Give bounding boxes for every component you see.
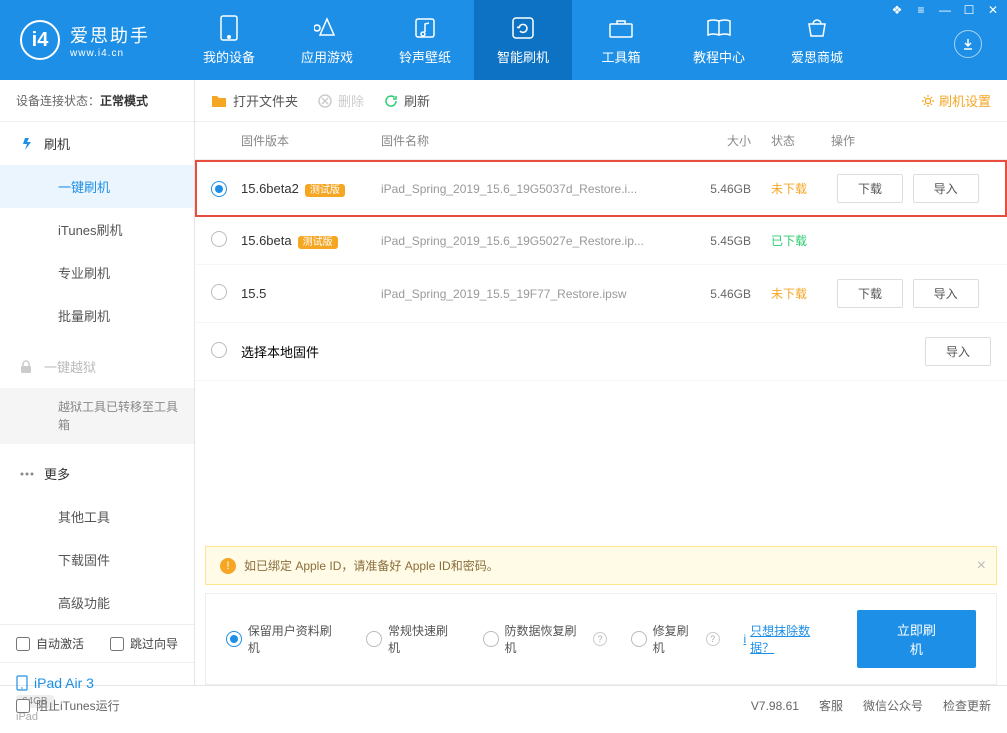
flash-settings-button[interactable]: 刷机设置 bbox=[921, 91, 991, 110]
import-local-button[interactable]: 导入 bbox=[925, 337, 991, 366]
nav-apps[interactable]: 应用游戏 bbox=[278, 0, 376, 80]
logo: i4 爱思助手 www.i4.cn bbox=[20, 20, 150, 60]
sidebar-flash-header[interactable]: 刷机 bbox=[0, 122, 194, 165]
main-content: 打开文件夹 删除 刷新 刷机设置 固件版本 固件名称 大小 状态 操作 bbox=[195, 80, 1007, 685]
nav-store[interactable]: 爱思商城 bbox=[768, 0, 866, 80]
warning-icon: ! bbox=[220, 558, 236, 574]
firmware-rows: 15.6beta2测试版 iPad_Spring_2019_15.6_19G50… bbox=[195, 160, 1007, 381]
folder-icon bbox=[211, 94, 227, 108]
flash-options: 保留用户资料刷机 常规快速刷机 防数据恢复刷机 ? 修复刷机 ? i 只想抹除数… bbox=[205, 593, 997, 685]
music-icon bbox=[411, 14, 439, 42]
radio[interactable] bbox=[211, 231, 227, 247]
device-name: iPad Air 3 bbox=[16, 675, 178, 691]
open-folder-button[interactable]: 打开文件夹 bbox=[211, 91, 298, 110]
import-button[interactable]: 导入 bbox=[913, 174, 979, 203]
wechat-link[interactable]: 微信公众号 bbox=[863, 697, 923, 714]
import-button[interactable]: 导入 bbox=[913, 279, 979, 308]
sidebar-other-tools[interactable]: 其他工具 bbox=[0, 495, 194, 538]
nav-bar: 我的设备 应用游戏 铃声壁纸 智能刷机 工具箱 教程中心 爱思商城 bbox=[180, 0, 866, 80]
nav-my-device[interactable]: 我的设备 bbox=[180, 0, 278, 80]
opt-repair[interactable]: 修复刷机 ? bbox=[631, 622, 720, 656]
maximize-icon[interactable]: ☐ bbox=[961, 3, 977, 17]
check-update-link[interactable]: 检查更新 bbox=[943, 697, 991, 714]
beta-badge: 测试版 bbox=[305, 184, 345, 197]
sidebar-pro-flash[interactable]: 专业刷机 bbox=[0, 251, 194, 294]
auto-activate-row: 自动激活 跳过向导 bbox=[0, 624, 194, 662]
help-icon[interactable]: ? bbox=[593, 632, 607, 646]
sidebar-more-header[interactable]: 更多 bbox=[0, 452, 194, 495]
book-icon bbox=[705, 14, 733, 42]
lock-icon bbox=[20, 360, 36, 374]
toolbox-icon bbox=[607, 14, 635, 42]
menu-icon[interactable]: ≡ bbox=[913, 3, 929, 17]
delete-button[interactable]: 删除 bbox=[318, 91, 364, 110]
preference-icon[interactable]: ❖ bbox=[889, 3, 905, 17]
radio[interactable] bbox=[366, 631, 382, 647]
minimize-icon[interactable]: — bbox=[937, 3, 953, 17]
gear-icon bbox=[921, 94, 935, 108]
app-url: www.i4.cn bbox=[70, 48, 150, 59]
logo-icon: i4 bbox=[20, 20, 60, 60]
notice-close-icon[interactable]: × bbox=[977, 557, 986, 575]
apps-icon bbox=[313, 14, 341, 42]
connection-status: 设备连接状态：正常模式 bbox=[0, 80, 194, 122]
radio-selected[interactable] bbox=[211, 181, 227, 197]
flash-now-button[interactable]: 立即刷机 bbox=[857, 610, 976, 668]
skip-guide-checkbox[interactable] bbox=[110, 637, 124, 651]
block-itunes-checkbox[interactable] bbox=[16, 699, 30, 713]
refresh-button[interactable]: 刷新 bbox=[384, 91, 430, 110]
erase-data-link[interactable]: i 只想抹除数据？ bbox=[744, 622, 833, 656]
firmware-row[interactable]: 15.6beta测试版 iPad_Spring_2019_15.6_19G502… bbox=[195, 217, 1007, 265]
delete-icon bbox=[318, 94, 332, 108]
nav-toolbox[interactable]: 工具箱 bbox=[572, 0, 670, 80]
block-itunes[interactable]: 阻止iTunes运行 bbox=[16, 697, 120, 714]
local-firmware-row[interactable]: 选择本地固件 导入 bbox=[195, 323, 1007, 381]
more-icon bbox=[20, 472, 36, 476]
app-name: 爱思助手 bbox=[70, 22, 150, 48]
version-label: V7.98.61 bbox=[751, 699, 799, 713]
refresh-icon bbox=[509, 14, 537, 42]
sidebar-jailbreak-header: 一键越狱 bbox=[0, 345, 194, 388]
sidebar-advanced[interactable]: 高级功能 bbox=[0, 581, 194, 624]
download-indicator-icon[interactable] bbox=[954, 30, 982, 58]
opt-anti-loss[interactable]: 防数据恢复刷机 ? bbox=[483, 622, 607, 656]
sidebar-jailbreak-note: 越狱工具已转移至工具箱 bbox=[0, 388, 194, 444]
radio[interactable] bbox=[211, 284, 227, 300]
customer-service-link[interactable]: 客服 bbox=[819, 697, 843, 714]
opt-keep-data[interactable]: 保留用户资料刷机 bbox=[226, 622, 342, 656]
store-icon bbox=[803, 14, 831, 42]
close-icon[interactable]: ✕ bbox=[985, 3, 1001, 17]
sidebar-batch-flash[interactable]: 批量刷机 bbox=[0, 294, 194, 337]
nav-tutorials[interactable]: 教程中心 bbox=[670, 0, 768, 80]
app-header: i4 爱思助手 www.i4.cn 我的设备 应用游戏 铃声壁纸 智能刷机 工具… bbox=[0, 0, 1007, 80]
sidebar: 设备连接状态：正常模式 刷机 一键刷机 iTunes刷机 专业刷机 批量刷机 一… bbox=[0, 80, 195, 685]
sidebar-one-click-flash[interactable]: 一键刷机 bbox=[0, 165, 194, 208]
notice-bar: ! 如已绑定 Apple ID，请准备好 Apple ID和密码。 × bbox=[205, 546, 997, 585]
table-header: 固件版本 固件名称 大小 状态 操作 bbox=[195, 122, 1007, 160]
help-icon[interactable]: ? bbox=[706, 632, 720, 646]
radio-selected[interactable] bbox=[226, 631, 242, 647]
sidebar-itunes-flash[interactable]: iTunes刷机 bbox=[0, 208, 194, 251]
beta-badge: 测试版 bbox=[298, 236, 338, 249]
nav-ringtones[interactable]: 铃声壁纸 bbox=[376, 0, 474, 80]
toolbar: 打开文件夹 删除 刷新 刷机设置 bbox=[195, 80, 1007, 122]
sidebar-download-firmware[interactable]: 下载固件 bbox=[0, 538, 194, 581]
info-icon: i bbox=[744, 632, 747, 646]
auto-activate-checkbox[interactable] bbox=[16, 637, 30, 651]
refresh-icon bbox=[384, 94, 398, 108]
radio[interactable] bbox=[211, 342, 227, 358]
nav-flash[interactable]: 智能刷机 bbox=[474, 0, 572, 80]
opt-normal[interactable]: 常规快速刷机 bbox=[366, 622, 459, 656]
flash-icon bbox=[20, 137, 36, 151]
download-button[interactable]: 下载 bbox=[837, 279, 903, 308]
window-controls: ❖ ≡ — ☐ ✕ bbox=[889, 3, 1001, 17]
radio[interactable] bbox=[631, 631, 647, 647]
tablet-icon bbox=[16, 675, 28, 691]
firmware-row[interactable]: 15.6beta2测试版 iPad_Spring_2019_15.6_19G50… bbox=[195, 160, 1007, 217]
download-button[interactable]: 下载 bbox=[837, 174, 903, 203]
radio[interactable] bbox=[483, 631, 499, 647]
phone-icon bbox=[215, 14, 243, 42]
firmware-row[interactable]: 15.5 iPad_Spring_2019_15.5_19F77_Restore… bbox=[195, 265, 1007, 323]
